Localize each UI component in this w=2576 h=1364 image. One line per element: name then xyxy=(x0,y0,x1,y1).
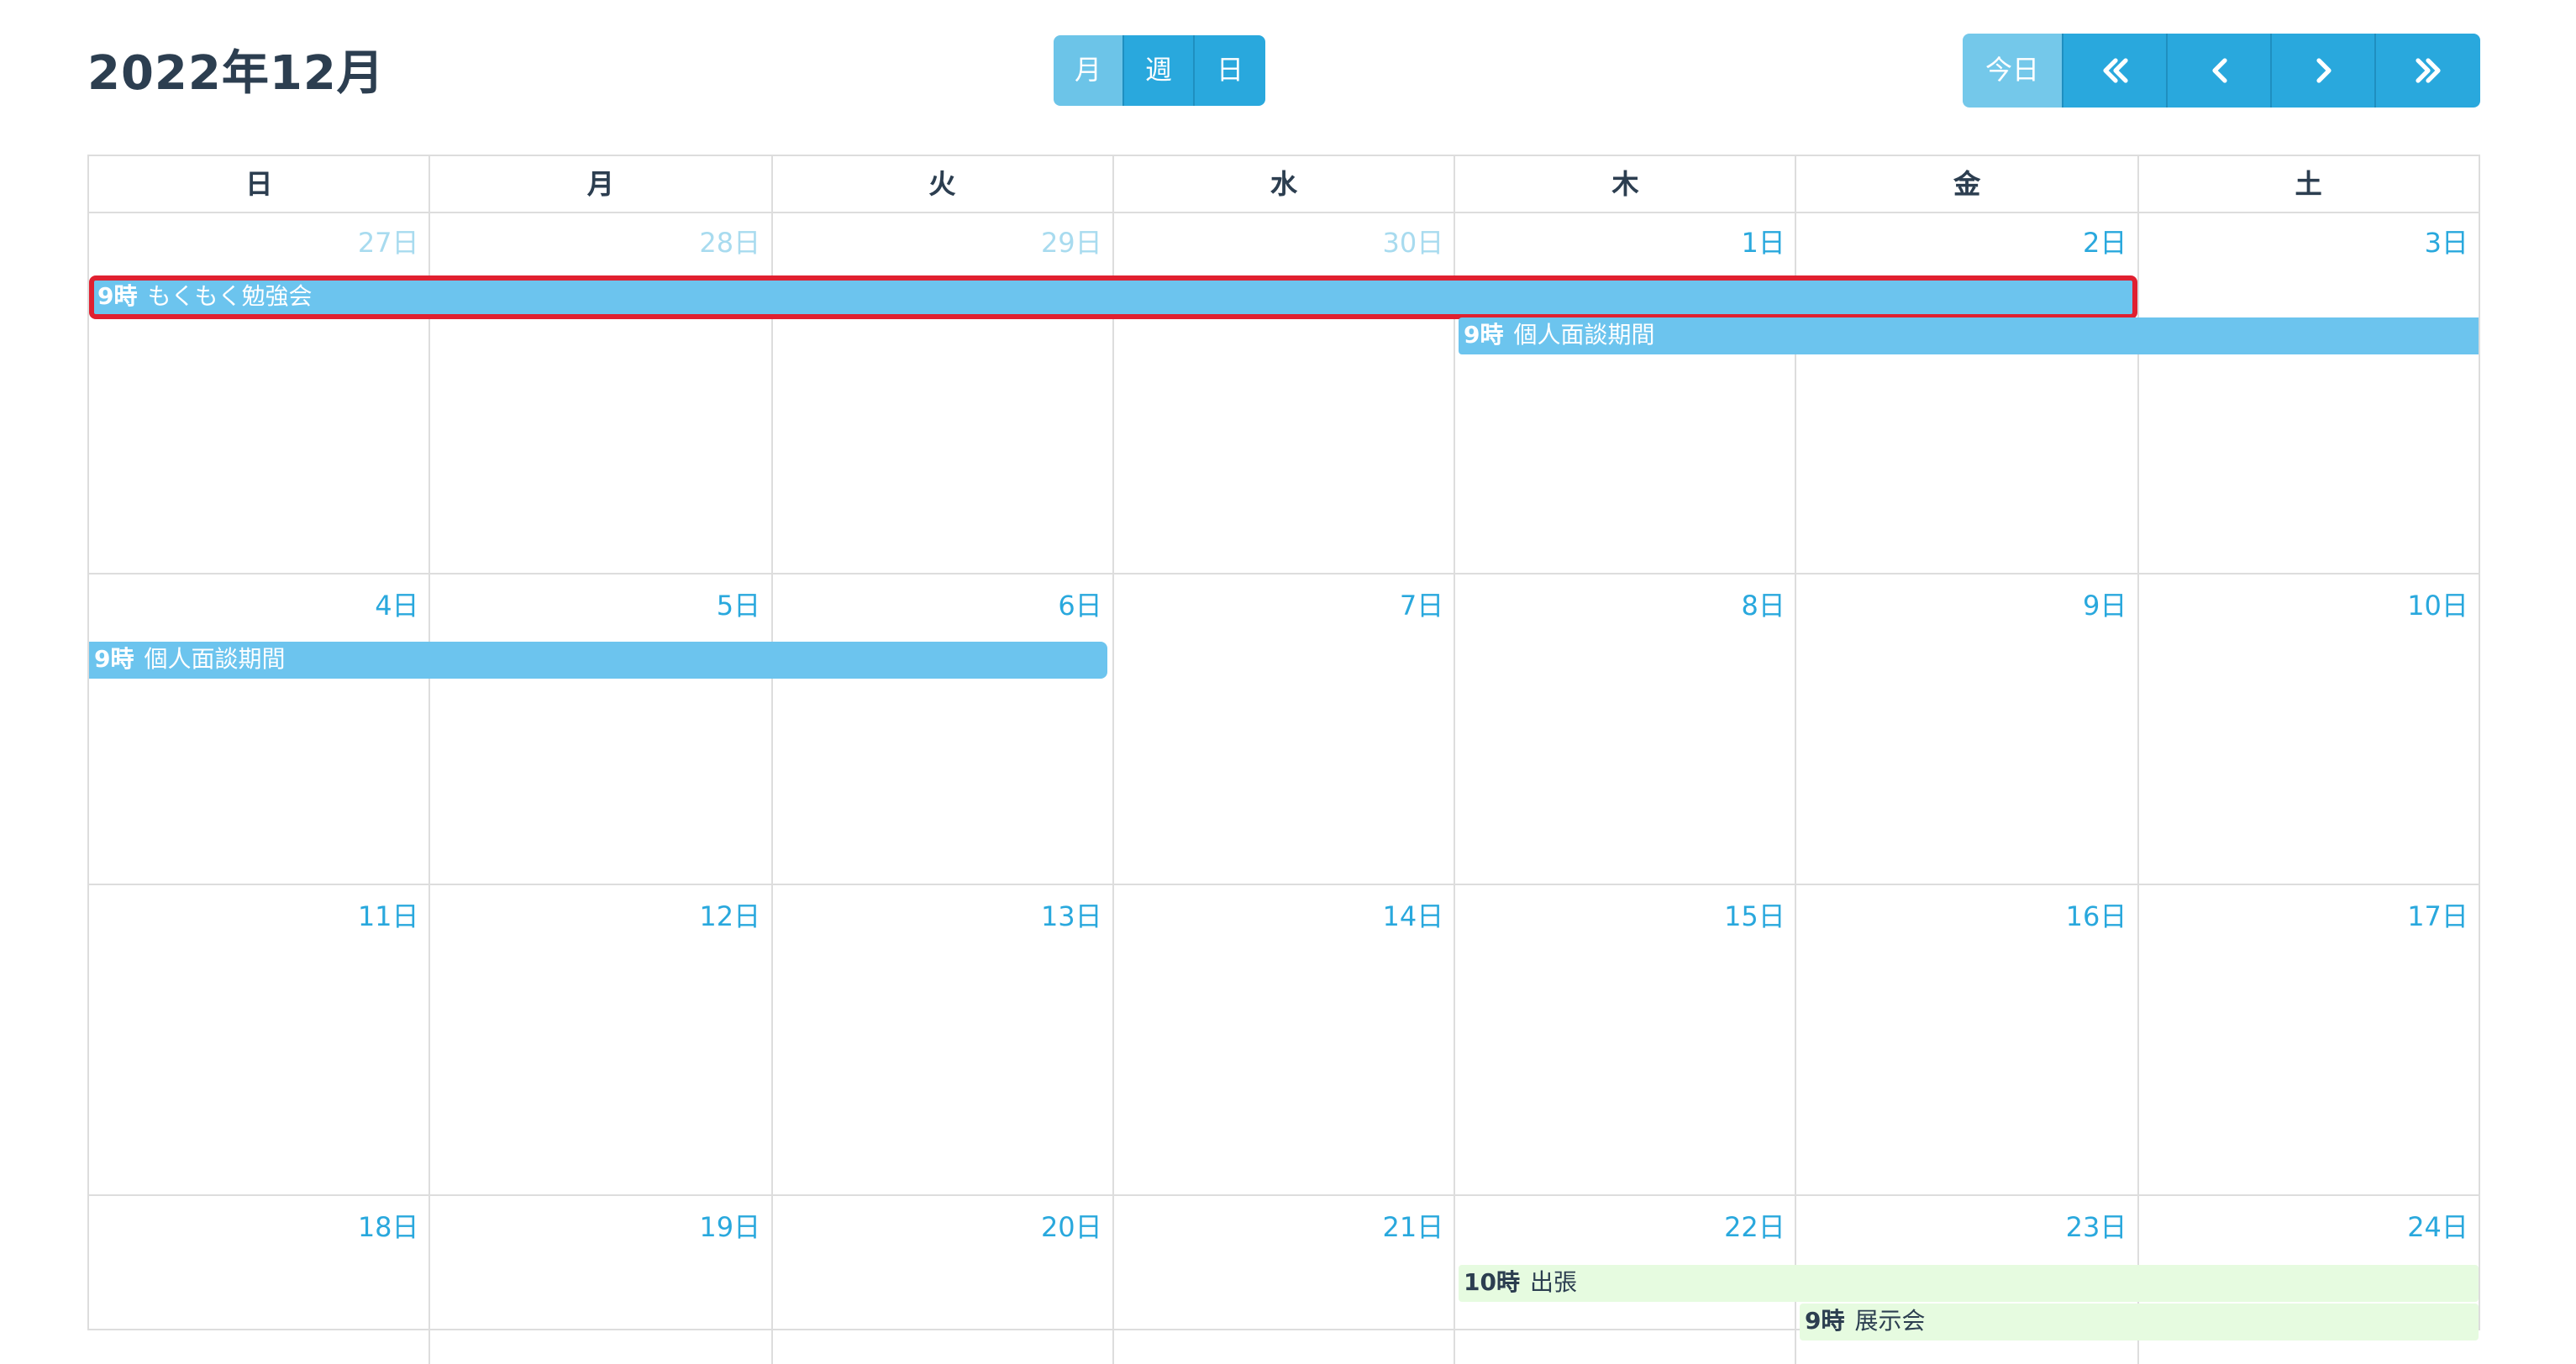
week-row-3: 11日 12日 13日 14日 15日 16日 17日 xyxy=(89,885,2479,1196)
view-month-button[interactable]: 月 xyxy=(1054,35,1124,106)
weekday-sun: 日 xyxy=(89,156,431,212)
day-cell[interactable]: 17日 xyxy=(2138,885,2479,1194)
day-number: 15日 xyxy=(1724,900,1785,932)
day-cell[interactable]: 20日 xyxy=(772,1196,1114,1364)
day-number: 10日 xyxy=(2407,590,2468,622)
day-number: 28日 xyxy=(699,227,761,259)
prev-month-button[interactable] xyxy=(2168,34,2272,108)
day-number: 12日 xyxy=(699,900,761,932)
event-business-trip[interactable]: 10時 出張 xyxy=(1459,1265,2479,1302)
weekday-tue: 火 xyxy=(772,156,1114,212)
day-cell[interactable]: 28日 xyxy=(431,212,773,573)
double-chevron-right-icon xyxy=(2416,58,2441,83)
event-exhibition[interactable]: 9時 展示会 xyxy=(1800,1304,2479,1340)
day-cell[interactable]: 5日 xyxy=(431,574,773,884)
week-row-1: 27日 28日 29日 30日 1日 2日 3日 xyxy=(89,212,2479,574)
day-cell[interactable]: 6日 xyxy=(772,574,1114,884)
day-cell[interactable]: 9日 xyxy=(1797,574,2139,884)
event-title: 個人面談期間 xyxy=(144,647,286,674)
day-number: 6日 xyxy=(1058,590,1102,622)
day-cell[interactable]: 8日 xyxy=(1455,574,1797,884)
weekday-sat: 土 xyxy=(2295,168,2322,200)
chevron-left-icon xyxy=(2211,58,2226,83)
day-number: 20日 xyxy=(1040,1211,1102,1243)
day-cell[interactable]: 2日 xyxy=(1797,212,2139,573)
event-time: 9時 xyxy=(1805,1309,1845,1335)
weekday-fri: 金 xyxy=(1797,156,2139,212)
day-cell[interactable]: 14日 xyxy=(1114,885,1456,1194)
day-number: 30日 xyxy=(1382,227,1444,259)
view-switcher: 月 週 日 xyxy=(1054,35,1265,106)
weekday-wed: 水 xyxy=(1114,156,1456,212)
day-number: 14日 xyxy=(1382,900,1444,932)
day-cell[interactable]: 18日 xyxy=(89,1196,431,1364)
week-row-2: 4日 5日 6日 7日 8日 9日 10日 xyxy=(89,574,2479,885)
day-number: 16日 xyxy=(2065,900,2127,932)
day-cell[interactable]: 21日 xyxy=(1114,1196,1456,1364)
day-cell[interactable]: 12日 xyxy=(431,885,773,1194)
date-navigation: 今日 xyxy=(1963,34,2480,108)
next-year-button[interactable] xyxy=(2376,34,2480,108)
double-chevron-left-icon xyxy=(2102,58,2127,83)
day-cell[interactable]: 13日 xyxy=(772,885,1114,1194)
day-cell[interactable]: 16日 xyxy=(1797,885,2139,1194)
day-number: 4日 xyxy=(375,590,419,622)
view-week-button[interactable]: 週 xyxy=(1124,35,1195,106)
weekday-header: 日 月 火 水 木 金 土 xyxy=(89,156,2479,213)
day-number: 17日 xyxy=(2407,900,2468,932)
month-grid: 日 月 火 水 木 金 土 27日 28日 29日 30日 1日 2日 3日 4… xyxy=(87,155,2480,1364)
event-title: 個人面談期間 xyxy=(1513,323,1655,349)
day-number: 22日 xyxy=(1724,1211,1785,1243)
day-number: 2日 xyxy=(2083,227,2127,259)
prev-year-button[interactable] xyxy=(2063,34,2168,108)
event-time: 9時 xyxy=(97,284,138,311)
day-number: 24日 xyxy=(2407,1211,2468,1243)
event-time: 9時 xyxy=(94,647,134,674)
today-button[interactable]: 今日 xyxy=(1963,34,2063,108)
day-number: 23日 xyxy=(2065,1211,2127,1243)
day-number: 3日 xyxy=(2424,227,2468,259)
day-number: 13日 xyxy=(1040,900,1102,932)
day-number: 18日 xyxy=(357,1211,419,1243)
day-cell[interactable]: 10日 xyxy=(2138,574,2479,884)
day-number: 21日 xyxy=(1382,1211,1444,1243)
event-interview-period[interactable]: 9時 個人面談期間 xyxy=(1459,317,2479,354)
day-cell[interactable]: 19日 xyxy=(431,1196,773,1364)
day-cell[interactable]: 29日 xyxy=(772,212,1114,573)
day-number: 11日 xyxy=(357,900,419,932)
day-number: 9日 xyxy=(2083,590,2127,622)
chevron-right-icon xyxy=(2316,58,2331,83)
day-number: 19日 xyxy=(699,1211,761,1243)
event-time: 9時 xyxy=(1464,323,1504,349)
weekday-thu: 木 xyxy=(1455,156,1797,212)
event-title: 出張 xyxy=(1529,1270,1577,1297)
day-cell[interactable]: 3日 xyxy=(2138,212,2479,573)
day-number: 29日 xyxy=(1040,227,1102,259)
day-cell[interactable]: 27日 xyxy=(89,212,431,573)
day-number: 5日 xyxy=(716,590,761,622)
day-cell[interactable]: 15日 xyxy=(1455,885,1797,1194)
day-cell[interactable]: 30日 xyxy=(1114,212,1456,573)
event-mokumoku-study[interactable]: 9時 もくもく勉強会 xyxy=(89,275,2137,319)
weekday-mon: 月 xyxy=(431,156,773,212)
day-number: 7日 xyxy=(1399,590,1444,622)
event-time: 10時 xyxy=(1464,1270,1520,1297)
event-title: もくもく勉強会 xyxy=(147,284,313,311)
event-interview-period[interactable]: 9時 個人面談期間 xyxy=(89,642,1107,679)
page-title: 2022年12月 xyxy=(87,45,385,101)
day-number: 8日 xyxy=(1741,590,1785,622)
day-cell[interactable]: 11日 xyxy=(89,885,431,1194)
calendar-app: 2022年12月 月 週 日 今日 日 月 火 水 木 金 土 27日 28日 … xyxy=(0,0,2576,1364)
day-cell[interactable]: 7日 xyxy=(1114,574,1456,884)
day-cell[interactable]: 4日 xyxy=(89,574,431,884)
view-day-button[interactable]: 日 xyxy=(1195,35,1265,106)
event-title: 展示会 xyxy=(1854,1309,1926,1335)
day-number: 27日 xyxy=(357,227,419,259)
day-cell[interactable]: 1日 xyxy=(1455,212,1797,573)
next-month-button[interactable] xyxy=(2272,34,2376,108)
day-number: 1日 xyxy=(1741,227,1785,259)
